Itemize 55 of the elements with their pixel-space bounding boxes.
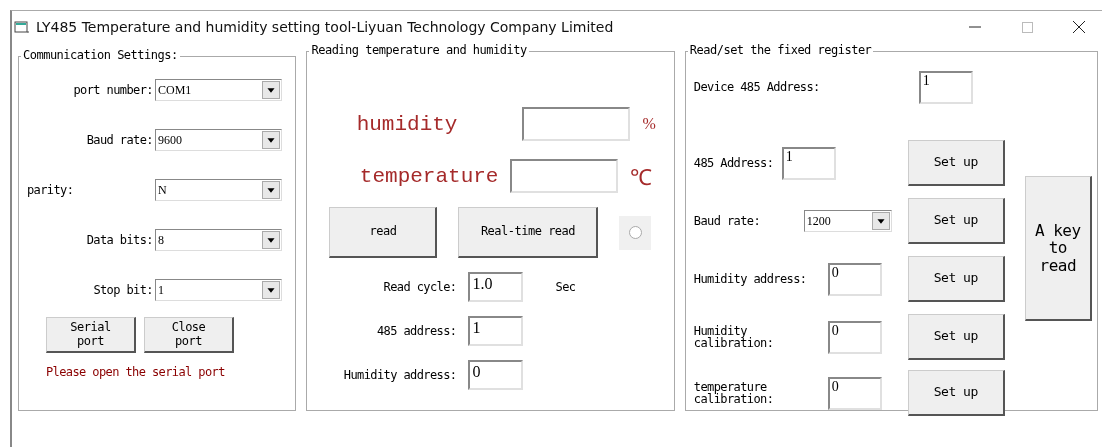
input-field[interactable]: 1 bbox=[468, 316, 524, 346]
field-label: Baud rate: bbox=[693, 215, 762, 227]
field-label: Stop bit: bbox=[92, 284, 153, 296]
field-label: 485 address: bbox=[375, 325, 457, 337]
field-label: Read cycle: bbox=[382, 281, 457, 293]
input-field[interactable]: 0 bbox=[468, 360, 524, 390]
input-field[interactable]: 1 bbox=[918, 70, 973, 104]
field-label: Baud rate: bbox=[85, 134, 153, 146]
reading-label: humidity bbox=[355, 112, 458, 136]
set-up-button[interactable]: Set up bbox=[907, 140, 1005, 186]
dropdown[interactable]: 8 bbox=[155, 229, 282, 251]
reading-label: temperature bbox=[358, 164, 499, 188]
dropdown[interactable]: 1200 bbox=[803, 210, 892, 232]
reading-field[interactable] bbox=[522, 107, 631, 141]
field-label: parity: bbox=[26, 184, 75, 196]
unit-label: ℃ bbox=[630, 164, 653, 191]
dropdown[interactable]: COM1 bbox=[155, 79, 282, 101]
field-label: Humidity address: bbox=[693, 273, 808, 285]
port-button[interactable]: Close port bbox=[144, 317, 234, 353]
field-label: 485 Address: bbox=[693, 157, 775, 169]
group-title: Read/set the fixed register bbox=[687, 43, 874, 57]
group-title: Reading temperature and humidity bbox=[309, 43, 529, 57]
input-field[interactable]: 1 bbox=[781, 146, 836, 180]
input-field[interactable]: 0 bbox=[827, 320, 882, 354]
field-label: Data bits: bbox=[85, 234, 153, 246]
input-field[interactable]: 1.0 bbox=[468, 272, 524, 302]
radio-button[interactable] bbox=[628, 226, 642, 239]
input-field[interactable]: 0 bbox=[827, 376, 882, 410]
field-label: Device 485 Address: bbox=[693, 81, 821, 93]
real-time-read-button[interactable]: Real-time read bbox=[458, 207, 599, 258]
maximize-icon bbox=[1021, 21, 1033, 33]
input-field[interactable]: 0 bbox=[827, 262, 882, 296]
set-up-button[interactable]: Set up bbox=[907, 256, 1005, 302]
status-message: Please open the serial port bbox=[46, 365, 226, 379]
unit-label: Sec bbox=[554, 281, 576, 293]
field-label: Humidity calibration: bbox=[693, 325, 775, 349]
dropdown[interactable]: 9600 bbox=[155, 129, 282, 151]
field-label: Humidity address: bbox=[342, 369, 457, 381]
reading-field[interactable] bbox=[510, 159, 619, 193]
read-button[interactable]: read bbox=[329, 207, 438, 258]
window-title: LY485 Temperature and humidity setting tool-Liyuan Technology Company Limited bbox=[36, 19, 615, 35]
dropdown[interactable]: 1 bbox=[155, 279, 282, 301]
field-label: port number: bbox=[72, 84, 153, 96]
set-up-button[interactable]: Set up bbox=[907, 370, 1005, 416]
port-button[interactable]: Serial port bbox=[46, 317, 136, 353]
unit-label: % bbox=[642, 115, 656, 133]
set-up-button[interactable]: Set up bbox=[907, 198, 1005, 244]
field-label: temperature calibration: bbox=[693, 381, 775, 405]
dropdown[interactable]: N bbox=[155, 179, 282, 201]
window-app-icon bbox=[14, 20, 30, 34]
minimize-icon bbox=[969, 26, 981, 28]
close-icon bbox=[1073, 21, 1085, 33]
group-title: Communication Settings: bbox=[21, 48, 180, 62]
read-all-button[interactable]: A key to read bbox=[1024, 176, 1092, 321]
set-up-button[interactable]: Set up bbox=[907, 314, 1005, 360]
